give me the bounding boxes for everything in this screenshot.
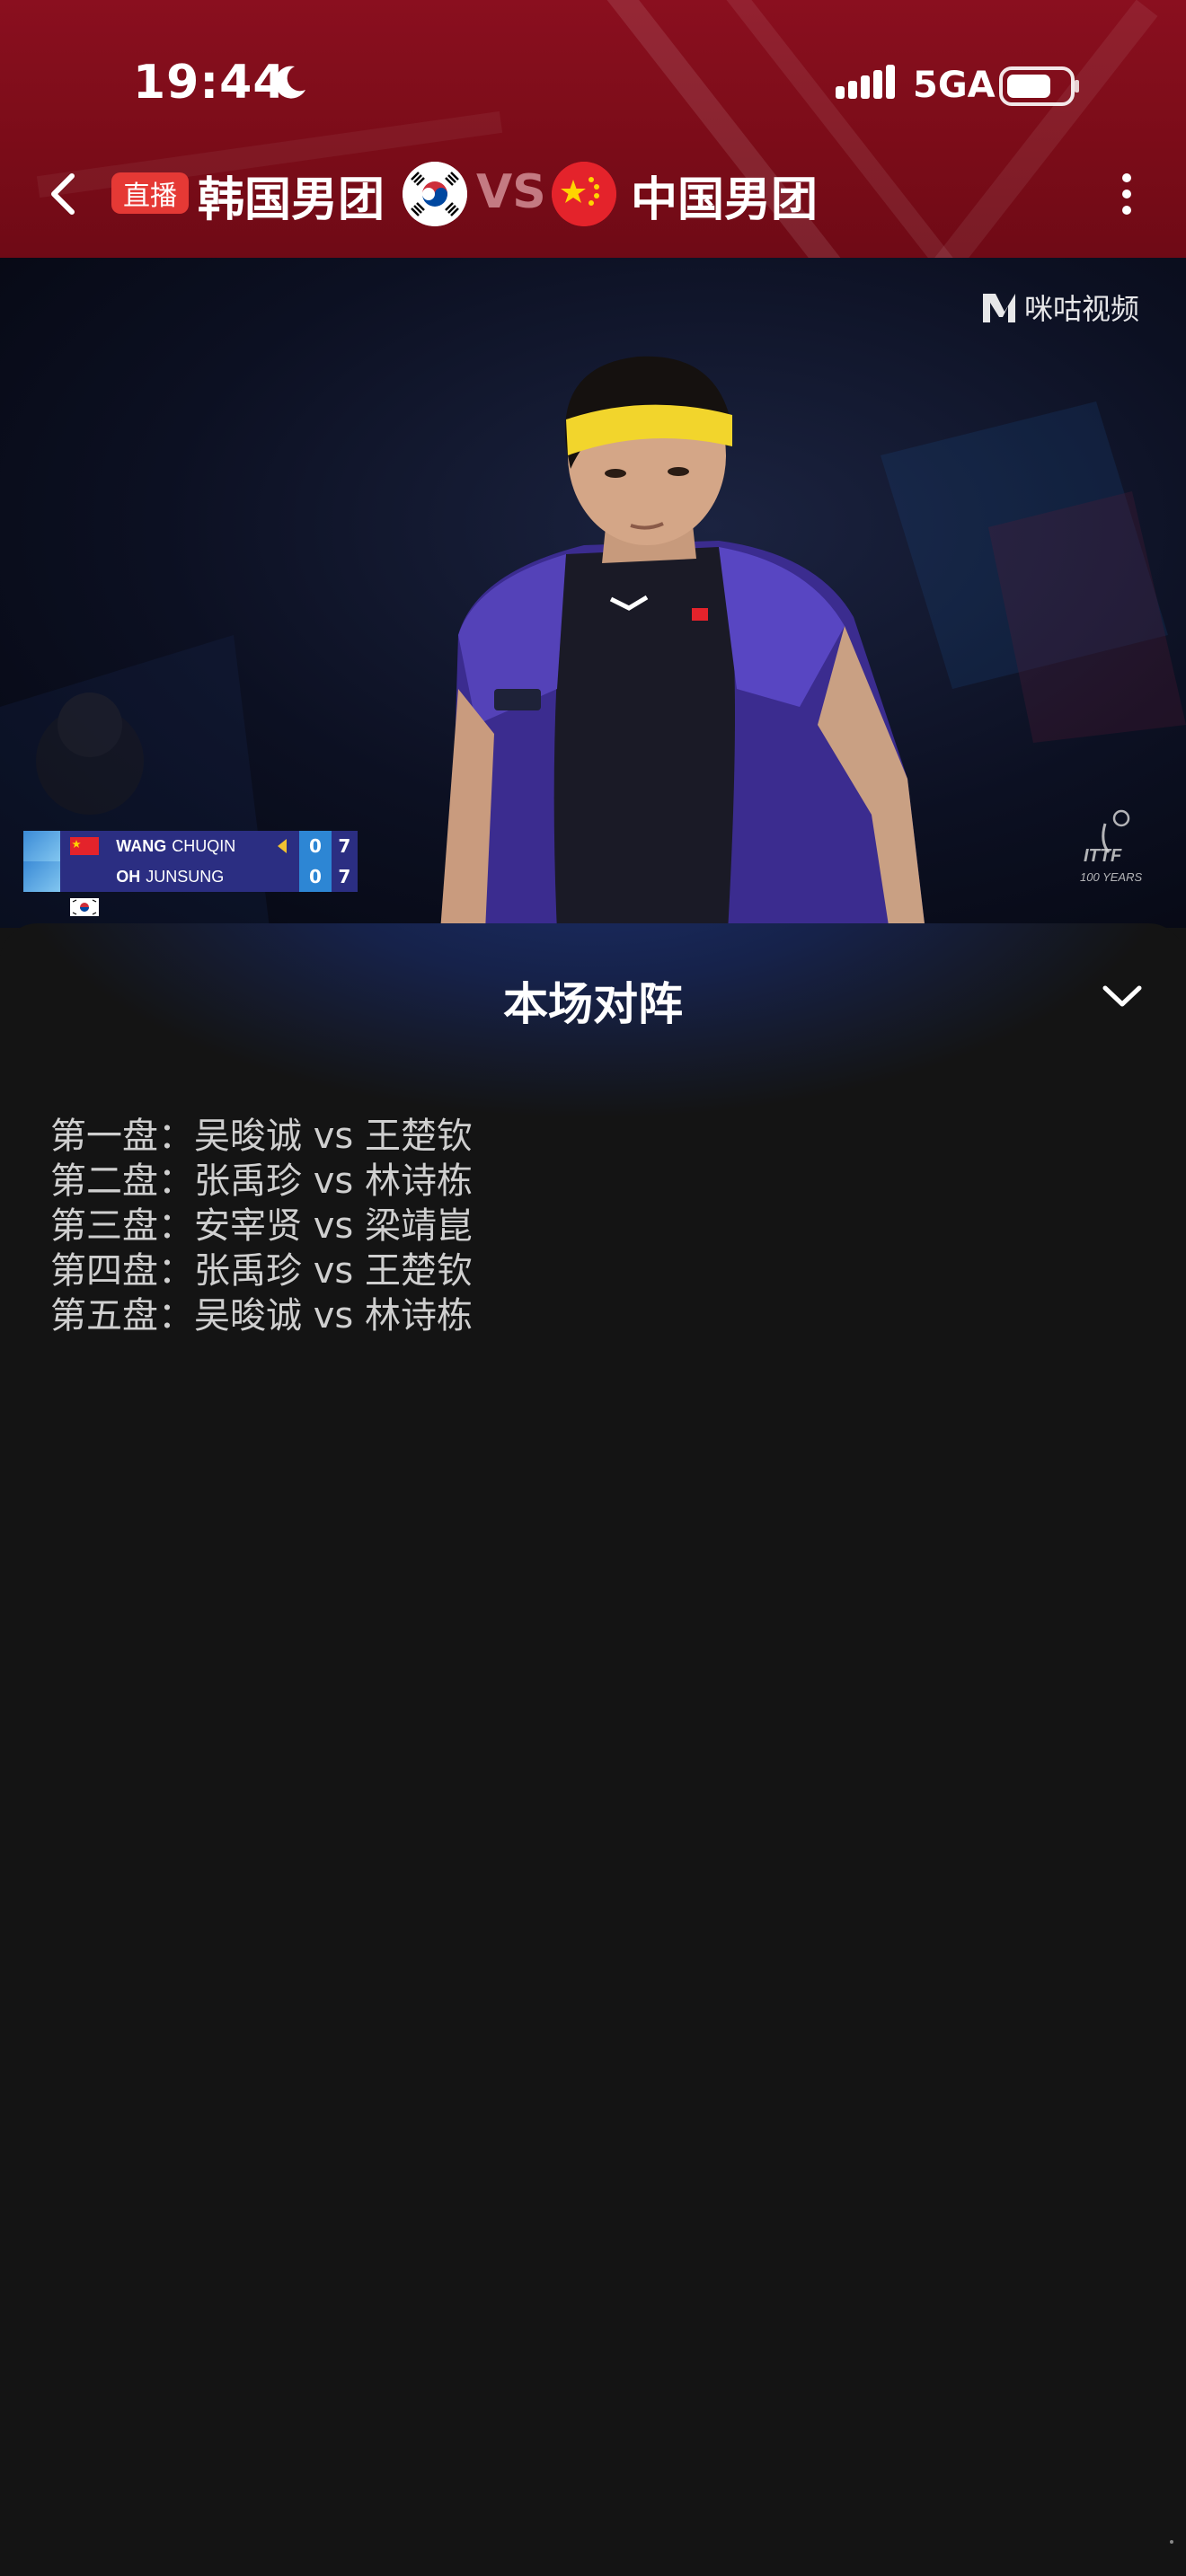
battery-icon (999, 66, 1079, 106)
migu-watermark-text: 咪咕视频 (1024, 292, 1139, 326)
scoreboard-decoration (23, 861, 61, 892)
lineup-sheet: 本场对阵 第一盘：吴晙诚 vs 王楚钦 第二盘：张禹珍 vs 林诗栋 第三盘：安… (0, 923, 1186, 2576)
lineup-item: 第四盘：张禹珍 vs 王楚钦 (50, 1250, 473, 1292)
lineup-item: 第一盘：吴晙诚 vs 王楚钦 (50, 1116, 473, 1157)
lineup-item: 第三盘：安宰贤 vs 梁靖崑 (50, 1205, 473, 1247)
player-surname: OH (116, 867, 141, 886)
moon-icon (275, 66, 305, 99)
games-won: 0 (299, 831, 332, 861)
korea-flag-icon (403, 162, 467, 226)
chevron-down-icon[interactable] (1100, 981, 1145, 1011)
scoreboard-row: OH JUNSUNG 0 7 (23, 861, 358, 916)
player-image (440, 356, 925, 928)
status-time: 19:44 (133, 56, 287, 110)
sheet-title: 本场对阵 (503, 978, 683, 1030)
network-type-label: 5GA (913, 65, 996, 106)
more-options-icon[interactable] (1114, 167, 1139, 221)
player-given-name: CHUQIN (172, 836, 236, 855)
match-header: 19:44 5GA 直播 韩国男团 VS 中国男团 (0, 0, 1186, 258)
lineup-list: 第一盘：吴晙诚 vs 王楚钦 第二盘：张禹珍 vs 林诗栋 第三盘：安宰贤 vs… (50, 1114, 473, 1338)
serve-indicator-icon (278, 839, 288, 853)
lineup-item: 第五盘：吴晙诚 vs 林诗栋 (50, 1295, 473, 1337)
home-indicator (1170, 2540, 1173, 2544)
china-flag-icon (70, 837, 99, 855)
lineup-item: 第二盘：张禹珍 vs 林诗栋 (50, 1160, 473, 1202)
away-team-name: 中国男团 (631, 173, 819, 227)
home-team-name: 韩国男团 (198, 173, 385, 227)
back-icon[interactable] (43, 167, 83, 221)
signal-icon (836, 65, 895, 99)
player-given-name: JUNSUNG (146, 867, 225, 886)
live-video-player[interactable]: 咪咕视频 ITTF 100 YEARS WANG CHUQIN 0 7 OH J… (0, 258, 1186, 928)
ittf-100-years-logo: ITTF 100 YEARS (1080, 809, 1142, 884)
scoreboard-row: WANG CHUQIN 0 7 (23, 831, 358, 861)
scoreboard: WANG CHUQIN 0 7 OH JUNSUNG 0 7 (23, 831, 358, 916)
china-flag-icon (552, 162, 616, 226)
scoreboard-decoration (23, 831, 61, 861)
migu-video-logo: 咪咕视频 (983, 292, 1139, 326)
player-surname: WANG (116, 836, 167, 855)
games-won: 0 (299, 861, 332, 892)
svg-text:100 YEARS: 100 YEARS (1080, 870, 1142, 884)
current-points: 7 (331, 831, 358, 861)
current-points: 7 (331, 861, 358, 892)
player-name: OH JUNSUNG (60, 861, 300, 892)
vs-label: VS (476, 165, 546, 219)
live-badge: 直播 (111, 172, 189, 214)
svg-text:ITTF: ITTF (1084, 846, 1122, 866)
korea-flag-icon (70, 898, 99, 916)
